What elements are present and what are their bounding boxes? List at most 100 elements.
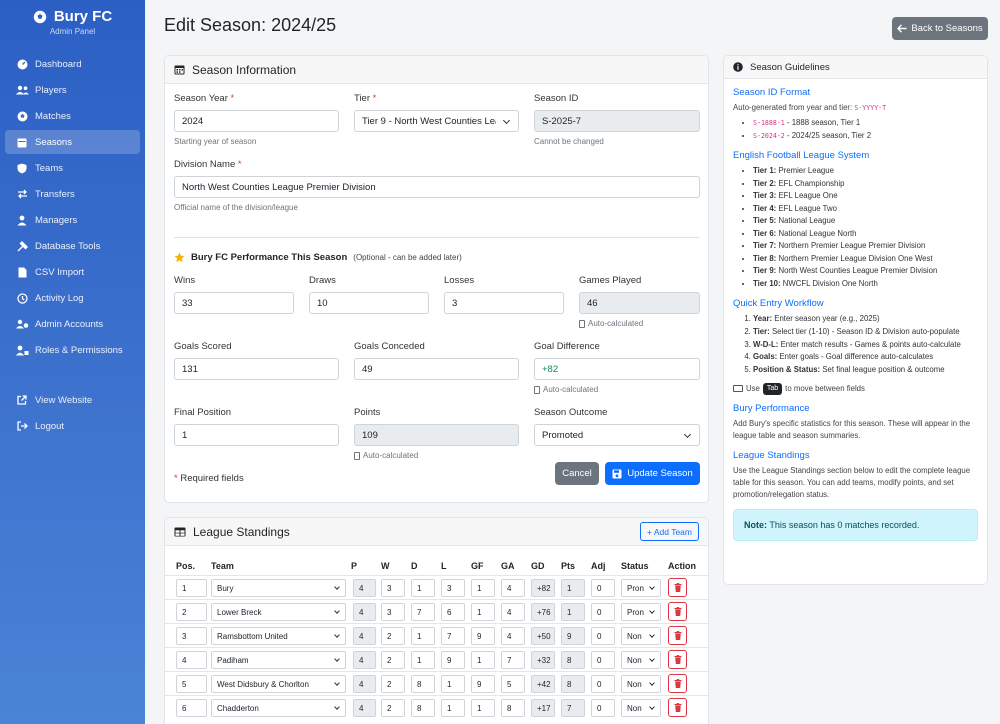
row-d-input[interactable]: 7 <box>411 603 435 621</box>
row-w-input[interactable]: 3 <box>381 579 405 597</box>
back-to-seasons-button[interactable]: Back to Seasons <box>892 17 988 40</box>
row-team-select[interactable]: Lower Breck <box>211 603 346 621</box>
row-adj-input[interactable]: 0 <box>591 699 615 717</box>
delete-row-button[interactable] <box>668 650 687 669</box>
row-team-select[interactable]: Chadderton <box>211 699 346 717</box>
delete-row-button[interactable] <box>668 674 687 693</box>
page-title: Edit Season: 2024/25 <box>164 15 337 35</box>
tier-label: Tier * <box>354 93 377 104</box>
sidebar-item-logout[interactable]: Logout <box>5 414 140 438</box>
row-pos-input[interactable]: 6 <box>176 699 207 717</box>
row-d-input[interactable]: 1 <box>411 579 435 597</box>
row-gf-input[interactable]: 1 <box>471 699 495 717</box>
goals-scored-input[interactable]: 131 <box>174 358 339 380</box>
row-gf-input[interactable]: 1 <box>471 603 495 621</box>
row-l-input[interactable]: 7 <box>441 627 465 645</box>
exchange-icon <box>14 189 30 199</box>
row-d-input[interactable]: 1 <box>411 627 435 645</box>
add-team-button[interactable]: + Add Team <box>640 522 699 541</box>
row-team-select[interactable]: Ramsbottom United <box>211 627 346 645</box>
wins-input[interactable]: 33 <box>174 292 294 314</box>
league-standings-card: League Standings + Add Team Pos. Team P W D L… <box>164 517 709 724</box>
row-gf-input[interactable]: 1 <box>471 651 495 669</box>
sidebar-item-activity-log[interactable]: Activity Log <box>5 286 140 310</box>
column-header-l: L <box>441 561 447 571</box>
football-icon <box>14 111 30 122</box>
sidebar-item-view-website[interactable]: View Website <box>5 388 140 412</box>
row-status-select[interactable]: Pron <box>621 603 661 621</box>
row-d-input[interactable]: 8 <box>411 675 435 693</box>
row-w-input[interactable]: 2 <box>381 627 405 645</box>
row-w-input[interactable]: 2 <box>381 699 405 717</box>
row-d-input[interactable]: 1 <box>411 651 435 669</box>
sidebar-item-teams[interactable]: Teams <box>5 156 140 180</box>
row-ga-input[interactable]: 4 <box>501 603 525 621</box>
row-adj-input[interactable]: 0 <box>591 579 615 597</box>
delete-row-button[interactable] <box>668 698 687 717</box>
row-status-select[interactable]: Pron <box>621 579 661 597</box>
row-adj-input[interactable]: 0 <box>591 675 615 693</box>
delete-row-button[interactable] <box>668 578 687 597</box>
season-outcome-select[interactable]: Promoted <box>534 424 700 446</box>
row-adj-input[interactable]: 0 <box>591 627 615 645</box>
row-pos-input[interactable]: 4 <box>176 651 207 669</box>
sidebar-item-matches[interactable]: Matches <box>5 104 140 128</box>
final-position-input[interactable]: 1 <box>174 424 339 446</box>
arrow-left-icon <box>897 24 907 33</box>
row-ga-input[interactable]: 8 <box>501 699 525 717</box>
sidebar-item-transfers[interactable]: Transfers <box>5 182 140 206</box>
sidebar-item-roles-permissions[interactable]: Roles & Permissions <box>5 338 140 362</box>
row-w-input[interactable]: 2 <box>381 651 405 669</box>
row-team-select[interactable]: Bury <box>211 579 346 597</box>
goals-conceded-input[interactable]: 49 <box>354 358 519 380</box>
row-adj-input[interactable]: 0 <box>591 651 615 669</box>
row-l-input[interactable]: 6 <box>441 603 465 621</box>
sidebar-item-csv-import[interactable]: CSV Import <box>5 260 140 284</box>
cancel-button[interactable]: Cancel <box>555 462 599 485</box>
delete-row-button[interactable] <box>668 626 687 645</box>
division-name-input[interactable]: North West Counties League Premier Divis… <box>174 176 700 198</box>
row-w-input[interactable]: 2 <box>381 675 405 693</box>
row-ga-input[interactable]: 7 <box>501 651 525 669</box>
sidebar-item-managers[interactable]: Managers <box>5 208 140 232</box>
row-ga-input[interactable]: 4 <box>501 579 525 597</box>
row-l-input[interactable]: 3 <box>441 579 465 597</box>
row-status-select[interactable]: Non <box>621 651 661 669</box>
sidebar-item-admin-accounts[interactable]: Admin Accounts <box>5 312 140 336</box>
tier-select[interactable]: Tier 9 - North West Counties League <box>354 110 519 132</box>
update-season-button[interactable]: Update Season <box>605 462 700 485</box>
sidebar-item-dashboard[interactable]: Dashboard <box>5 52 140 76</box>
row-status-select[interactable]: Non <box>621 699 661 717</box>
brand-title[interactable]: Bury FC <box>0 8 145 25</box>
row-team-select[interactable]: West Didsbury & Chorlton <box>211 675 346 693</box>
row-ga-input[interactable]: 5 <box>501 675 525 693</box>
sidebar-item-database-tools[interactable]: Database Tools <box>5 234 140 258</box>
season-year-input[interactable]: 2024 <box>174 110 339 132</box>
calculator-icon <box>579 319 585 328</box>
performance-optional-note: (Optional - can be added later) <box>353 253 462 262</box>
efl-title: English Football League System <box>733 150 870 161</box>
row-status-select[interactable]: Non <box>621 627 661 645</box>
row-pos-input[interactable]: 2 <box>176 603 207 621</box>
sidebar-item-seasons[interactable]: Seasons <box>5 130 140 154</box>
row-gf-input[interactable]: 9 <box>471 627 495 645</box>
row-gf-input[interactable]: 9 <box>471 675 495 693</box>
losses-input[interactable]: 3 <box>444 292 564 314</box>
row-l-input[interactable]: 9 <box>441 651 465 669</box>
row-d-input[interactable]: 8 <box>411 699 435 717</box>
row-ga-input[interactable]: 4 <box>501 627 525 645</box>
draws-input[interactable]: 10 <box>309 292 429 314</box>
row-w-input[interactable]: 3 <box>381 603 405 621</box>
row-l-input[interactable]: 1 <box>441 675 465 693</box>
row-gf-input[interactable]: 1 <box>471 579 495 597</box>
row-l-input[interactable]: 1 <box>441 699 465 717</box>
sidebar-item-players[interactable]: Players <box>5 78 140 102</box>
row-adj-input[interactable]: 0 <box>591 603 615 621</box>
delete-row-button[interactable] <box>668 602 687 621</box>
season-information-title: Season Information <box>192 62 297 77</box>
row-pos-input[interactable]: 1 <box>176 579 207 597</box>
row-status-select[interactable]: Non <box>621 675 661 693</box>
row-team-select[interactable]: Padiham <box>211 651 346 669</box>
row-pos-input[interactable]: 3 <box>176 627 207 645</box>
row-pos-input[interactable]: 5 <box>176 675 207 693</box>
